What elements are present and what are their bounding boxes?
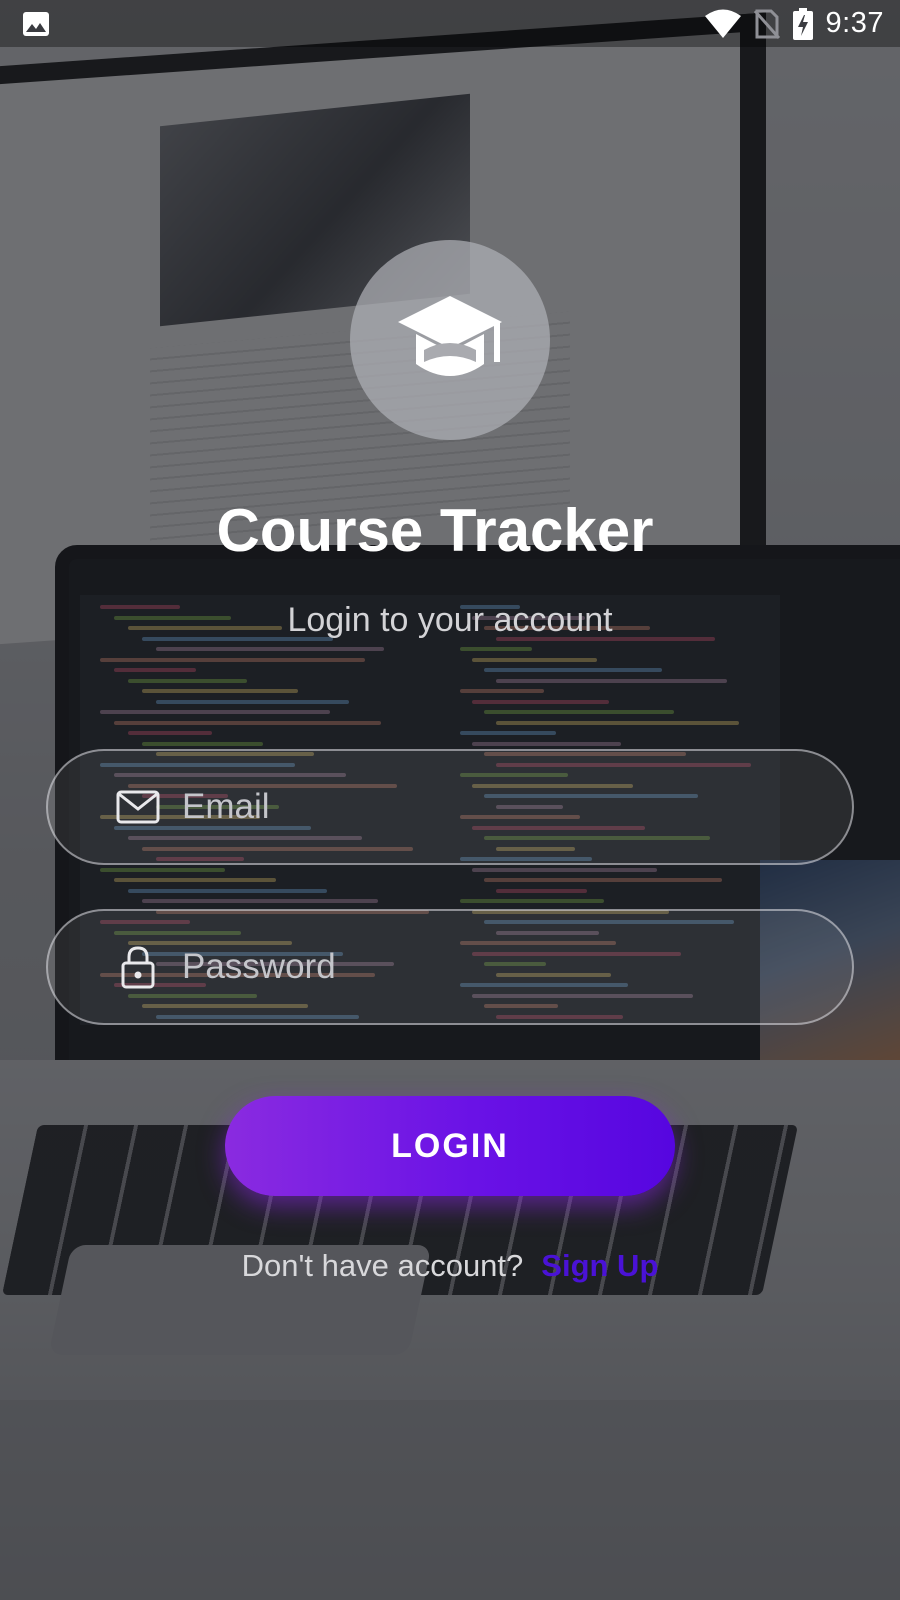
password-field[interactable]: [46, 909, 854, 1025]
login-screen: 9:37 Course Tracker Login to your accoun…: [0, 0, 900, 1600]
status-bar: 9:37: [0, 0, 900, 47]
signup-link[interactable]: Sign Up: [541, 1248, 658, 1284]
app-title: Course Tracker: [216, 497, 654, 564]
login-button[interactable]: LOGIN: [225, 1096, 675, 1196]
email-input[interactable]: [182, 777, 852, 837]
mail-icon: [114, 783, 162, 831]
battery-charging-icon: [792, 7, 814, 40]
signup-prompt: Don't have account?: [241, 1248, 524, 1283]
lock-icon: [114, 943, 162, 991]
app-logo: [350, 240, 550, 440]
app-subtitle: Login to your account: [287, 601, 613, 639]
status-time: 9:37: [825, 7, 884, 39]
image-notification-icon: [22, 11, 50, 37]
email-field[interactable]: [46, 749, 854, 865]
graduation-cap-icon: [394, 292, 506, 389]
password-input[interactable]: [182, 937, 852, 997]
signup-row: Don't have account? Sign Up: [0, 1248, 900, 1284]
wifi-icon: [704, 9, 742, 39]
no-sim-icon: [753, 9, 780, 39]
